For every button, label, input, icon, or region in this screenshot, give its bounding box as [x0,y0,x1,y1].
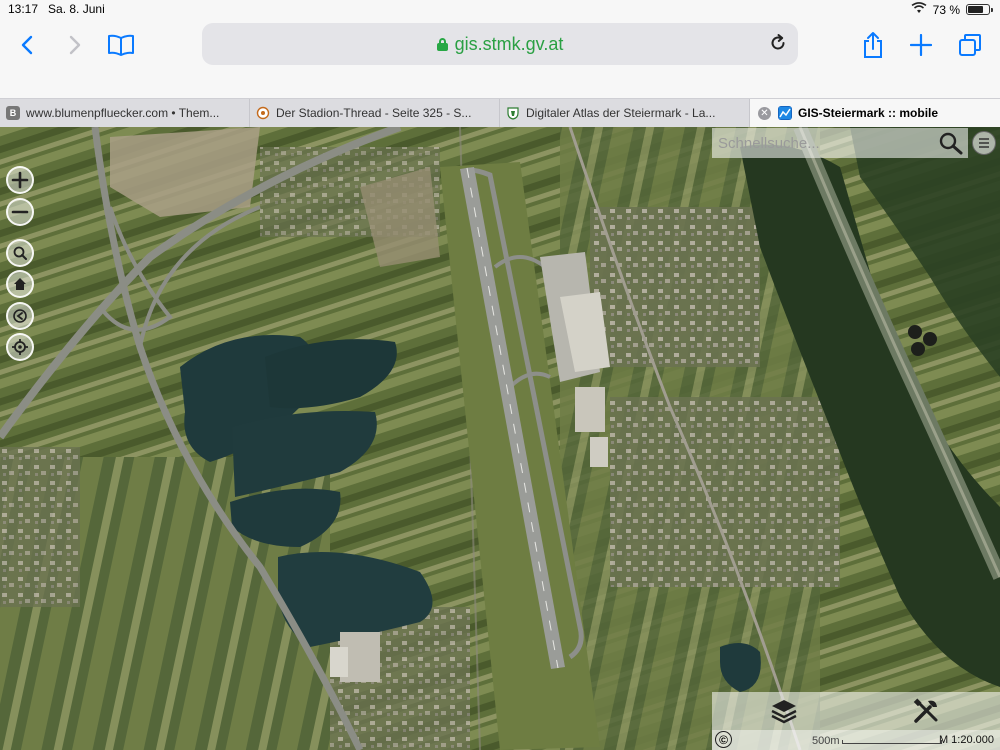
new-tab-button[interactable] [904,30,938,60]
scale-line [842,740,942,744]
home-button[interactable] [6,270,34,298]
map-view[interactable]: © 500m M 1:20.000 [0,127,1000,750]
zoom-in-button[interactable] [6,166,34,194]
tools-button[interactable] [910,695,942,727]
tab-blumenpfluecker[interactable]: B www.blumenpfluecker.com • Them... [0,99,250,127]
bookmarks-icon [108,34,134,56]
share-button[interactable] [856,30,890,60]
close-tab-button[interactable]: ✕ [758,107,771,120]
copyright-button[interactable]: © [715,731,732,748]
status-bar: 13:17 Sa. 8. Juni 73 % [0,0,1000,18]
tab-label: Der Stadion-Thread - Seite 325 - S... [276,106,472,120]
zoom-in-icon [11,171,29,189]
layers-button[interactable] [768,695,800,727]
share-icon [864,32,882,58]
battery-icon [966,4,993,15]
tabs-icon [959,34,981,56]
previous-extent-button[interactable] [6,302,34,330]
forward-button[interactable] [58,30,92,60]
new-tab-icon [910,34,932,56]
menu-icon [979,138,989,148]
football-favicon-icon [256,106,270,120]
map-menu-button[interactable] [972,131,996,155]
zoom-out-button[interactable] [6,198,34,226]
back-button[interactable] [10,30,44,60]
tab-stadion-thread[interactable]: Der Stadion-Thread - Seite 325 - S... [250,99,500,127]
map-toolbar [712,692,1000,730]
scale-bar: © 500m M 1:20.000 [712,730,1000,750]
scale-ratio-label: M 1:20.000 [938,734,994,746]
zoom-out-icon [11,210,29,214]
magnifier-icon [13,246,27,260]
reload-icon [771,34,785,50]
bookmarks-button[interactable] [104,30,138,60]
locate-icon [12,339,28,355]
quick-search [712,128,968,158]
search-icon [939,132,963,155]
lock-icon [436,37,448,51]
aerial-imagery [0,127,1000,750]
reload-button[interactable] [768,33,788,53]
tabs-overview-button[interactable] [953,30,987,60]
tab-bar: B www.blumenpfluecker.com • Them... Der … [0,98,1000,127]
zoom-area-button[interactable] [6,239,34,267]
browser-navbar: gis.stmk.gv.at [0,18,1000,98]
tab-label: Digitaler Atlas der Steiermark - La... [526,106,716,120]
tab-gis-steiermark[interactable]: ✕ GIS-Steiermark :: mobile [750,99,1000,127]
gis-favicon-icon [778,106,792,120]
layers-icon [771,700,797,724]
status-time: 13:17 [8,2,39,16]
home-icon [14,278,26,290]
back-extent-icon [13,309,27,323]
back-icon [21,35,33,55]
styria-crest-favicon-icon [506,106,520,120]
locate-button[interactable] [6,333,34,361]
battery-percent: 73 % [932,2,960,17]
tools-icon [913,698,938,723]
address-bar[interactable]: gis.stmk.gv.at [202,23,798,65]
tab-label: www.blumenpfluecker.com • Them... [26,106,220,120]
quick-search-input[interactable] [712,129,932,157]
favicon-b-icon: B [6,106,20,120]
scale-distance-label: 500m [812,735,840,747]
tab-digitaler-atlas[interactable]: Digitaler Atlas der Steiermark - La... [500,99,750,127]
status-date: Sa. 8. Juni [48,2,105,16]
tab-label: GIS-Steiermark :: mobile [798,106,939,120]
url-text: gis.stmk.gv.at [454,33,564,54]
forward-icon [69,35,81,55]
wifi-icon [911,2,927,17]
search-button[interactable] [938,131,964,155]
